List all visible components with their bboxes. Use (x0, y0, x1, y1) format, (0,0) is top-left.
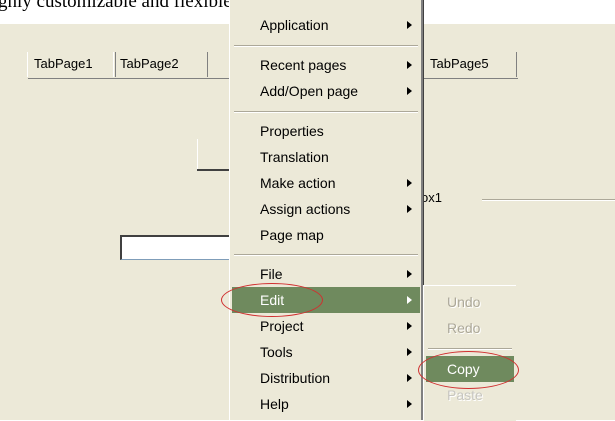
menu-item-distribution[interactable]: Distribution (232, 365, 420, 391)
tab-page1[interactable]: TabPage1 (27, 52, 116, 77)
menu-item-label: Recent pages (260, 57, 347, 73)
menu-item-make-action[interactable]: Make action (232, 170, 420, 196)
menu-item-properties[interactable]: Properties (232, 118, 420, 144)
menu-item-application[interactable]: Application (232, 12, 420, 38)
menu-item-recent-pages[interactable]: Recent pages (232, 52, 420, 78)
groupbox-border (482, 199, 615, 201)
menu-separator (234, 254, 418, 256)
submenu-arrow-icon (407, 205, 412, 213)
submenu-arrow-icon (407, 374, 412, 382)
submenu-arrow-icon (407, 322, 412, 330)
menu-item-translation[interactable]: Translation (232, 144, 420, 170)
submenu-arrow-icon (407, 348, 412, 356)
submenu-arrow-icon (407, 179, 412, 187)
menu-item-label: Add/Open page (260, 83, 359, 99)
submenu-item-undo[interactable]: Undo (426, 289, 514, 315)
submenu-arrow-icon (407, 400, 412, 408)
menu-item-assign-actions[interactable]: Assign actions (232, 196, 420, 222)
menu-item-page-map[interactable]: Page map (232, 222, 420, 248)
submenu-arrow-icon (407, 296, 412, 304)
annotation-ellipse-copy (418, 351, 519, 389)
tab-page5[interactable]: TabPage5 (423, 52, 517, 77)
submenu-arrow-icon (407, 270, 412, 278)
menu-item-label: Project (260, 318, 304, 334)
menu-separator (428, 348, 512, 350)
menu-separator (234, 111, 418, 113)
menu-item-label: Application (260, 17, 329, 33)
button[interactable] (197, 139, 233, 171)
submenu-arrow-icon (407, 61, 412, 69)
text-input[interactable] (120, 235, 234, 260)
menu-separator (234, 45, 418, 47)
menu-item-project[interactable]: Project (232, 313, 420, 339)
groupbox-label: ox1 (421, 190, 442, 205)
menu-item-label: Properties (260, 123, 324, 139)
menu-item-label: Translation (260, 149, 329, 165)
tab-page2[interactable]: TabPage2 (113, 52, 208, 77)
menu-item-label: Tools (260, 344, 293, 360)
menu-item-add-open-page[interactable]: Add/Open page (232, 78, 420, 104)
context-menu: Application Recent pages Add/Open page P… (229, 0, 423, 420)
submenu-arrow-icon (407, 21, 412, 29)
menu-item-tools[interactable]: Tools (232, 339, 420, 365)
menu-item-label: Distribution (260, 370, 331, 386)
menu-item-label: Make action (260, 175, 336, 191)
menu-item-label: Page map (260, 227, 324, 243)
submenu-arrow-icon (407, 87, 412, 95)
menu-item-label: Help (260, 396, 289, 412)
menu-item-help[interactable]: Help (232, 391, 420, 417)
menu-item-label: Assign actions (260, 201, 351, 217)
submenu-item-redo[interactable]: Redo (426, 315, 514, 341)
annotation-ellipse-edit (221, 283, 323, 317)
menu-item-label: File (260, 266, 283, 282)
